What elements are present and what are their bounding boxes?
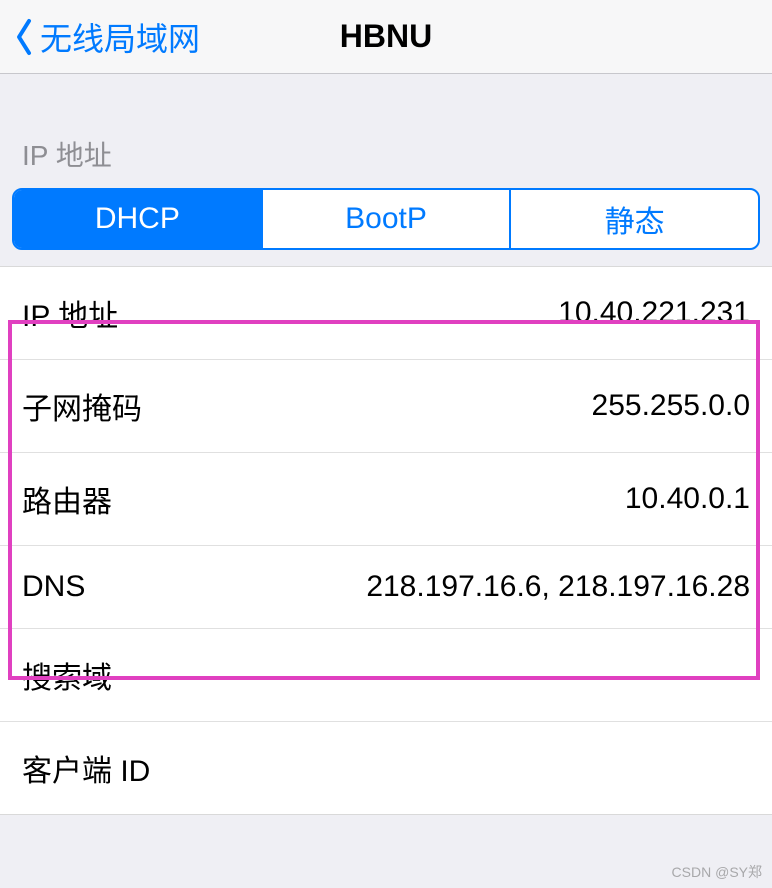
row-dns[interactable]: DNS 218.197.16.6, 218.197.16.28 bbox=[0, 546, 772, 629]
back-label: 无线局域网 bbox=[40, 14, 200, 60]
row-router[interactable]: 路由器 10.40.0.1 bbox=[0, 453, 772, 546]
row-value: 218.197.16.6, 218.197.16.28 bbox=[366, 570, 750, 604]
segment-bootp[interactable]: BootP bbox=[263, 190, 512, 248]
watermark: CSDN @SY郑 bbox=[672, 862, 762, 882]
row-ip-address[interactable]: IP 地址 10.40.221.231 bbox=[0, 267, 772, 360]
chevron-left-icon bbox=[8, 15, 40, 59]
row-subnet-mask[interactable]: 子网掩码 255.255.0.0 bbox=[0, 360, 772, 453]
row-search-domain[interactable]: 搜索域 bbox=[0, 629, 772, 722]
segment-dhcp[interactable]: DHCP bbox=[14, 190, 263, 248]
row-value: 10.40.0.1 bbox=[625, 482, 750, 516]
section-header-ip: IP 地址 bbox=[0, 74, 772, 188]
segment-static[interactable]: 静态 bbox=[511, 190, 758, 248]
row-label: DNS bbox=[22, 570, 85, 604]
back-button[interactable]: 无线局域网 bbox=[0, 14, 200, 60]
row-label: IP 地址 bbox=[22, 291, 118, 335]
ip-config-segmented: DHCP BootP 静态 bbox=[12, 188, 760, 250]
row-label: 路由器 bbox=[22, 477, 112, 521]
row-value: 10.40.221.231 bbox=[558, 296, 750, 330]
ip-details-list: IP 地址 10.40.221.231 子网掩码 255.255.0.0 路由器… bbox=[0, 266, 772, 815]
row-label: 子网掩码 bbox=[22, 384, 142, 428]
row-value: 255.255.0.0 bbox=[592, 389, 750, 423]
row-label: 客户端 ID bbox=[22, 746, 150, 790]
row-client-id[interactable]: 客户端 ID bbox=[0, 722, 772, 814]
nav-bar: 无线局域网 HBNU bbox=[0, 0, 772, 74]
row-label: 搜索域 bbox=[22, 653, 112, 697]
